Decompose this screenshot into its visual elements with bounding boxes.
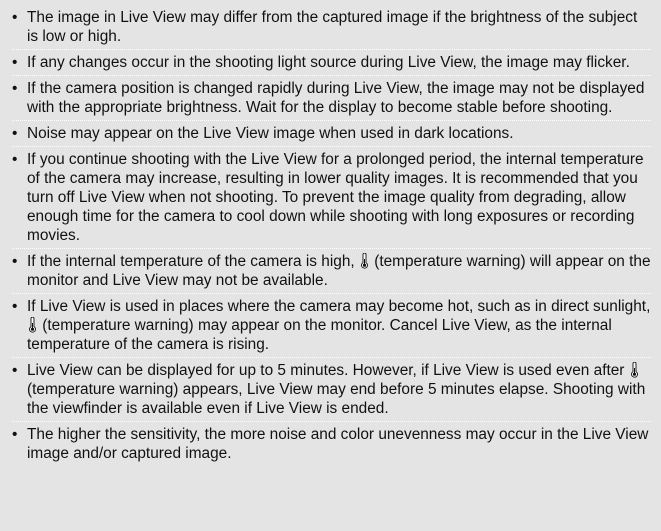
note-text: Noise may appear on the Live View image …	[27, 125, 514, 142]
note-text: If you continue shooting with the Live V…	[27, 151, 644, 244]
note-text: The higher the sensitivity, the more noi…	[27, 426, 649, 462]
note-item: • If you continue shooting with the Live …	[12, 150, 651, 249]
bullet-marker: •	[12, 9, 18, 26]
bullet-marker: •	[12, 362, 18, 379]
bullet-marker: •	[12, 151, 18, 168]
note-item: • Live View can be displayed for up to 5 …	[12, 361, 651, 422]
note-item: • The higher the sensitivity, the more no…	[12, 425, 651, 466]
note-item: • If the camera position is changed rapid…	[12, 79, 651, 121]
thermometer-warning-icon	[361, 253, 368, 269]
note-text: Live View can be displayed for up to 5 m…	[27, 362, 625, 379]
notes-list: • The image in Live View may differ from …	[0, 0, 661, 466]
bullet-marker: •	[12, 125, 18, 142]
note-item: • If the internal temperature of the came…	[12, 252, 651, 294]
note-text: If Live View is used in places where the…	[27, 298, 651, 315]
note-text: The image in Live View may differ from t…	[27, 9, 638, 45]
note-text: (temperature warning) appears, Live View…	[27, 381, 646, 417]
bullet-marker: •	[12, 54, 18, 71]
bullet-marker: •	[12, 253, 18, 270]
bullet-marker: •	[12, 298, 18, 315]
note-item: • Noise may appear on the Live View image…	[12, 124, 651, 147]
note-text: If the internal temperature of the camer…	[27, 253, 355, 270]
note-text: (temperature warning) may appear on the …	[27, 317, 612, 353]
thermometer-warning-icon	[29, 317, 36, 333]
note-item: • If Live View is used in places where th…	[12, 297, 651, 358]
bullet-marker: •	[12, 80, 18, 97]
thermometer-warning-icon	[630, 362, 638, 378]
bullet-marker: •	[12, 426, 18, 443]
note-text: If the camera position is changed rapidl…	[27, 80, 645, 116]
note-item: • The image in Live View may differ from …	[12, 8, 651, 50]
note-text: If any changes occur in the shooting lig…	[27, 54, 630, 71]
note-item: • If any changes occur in the shooting li…	[12, 53, 651, 76]
notes-panel: • The image in Live View may differ from …	[0, 0, 661, 531]
